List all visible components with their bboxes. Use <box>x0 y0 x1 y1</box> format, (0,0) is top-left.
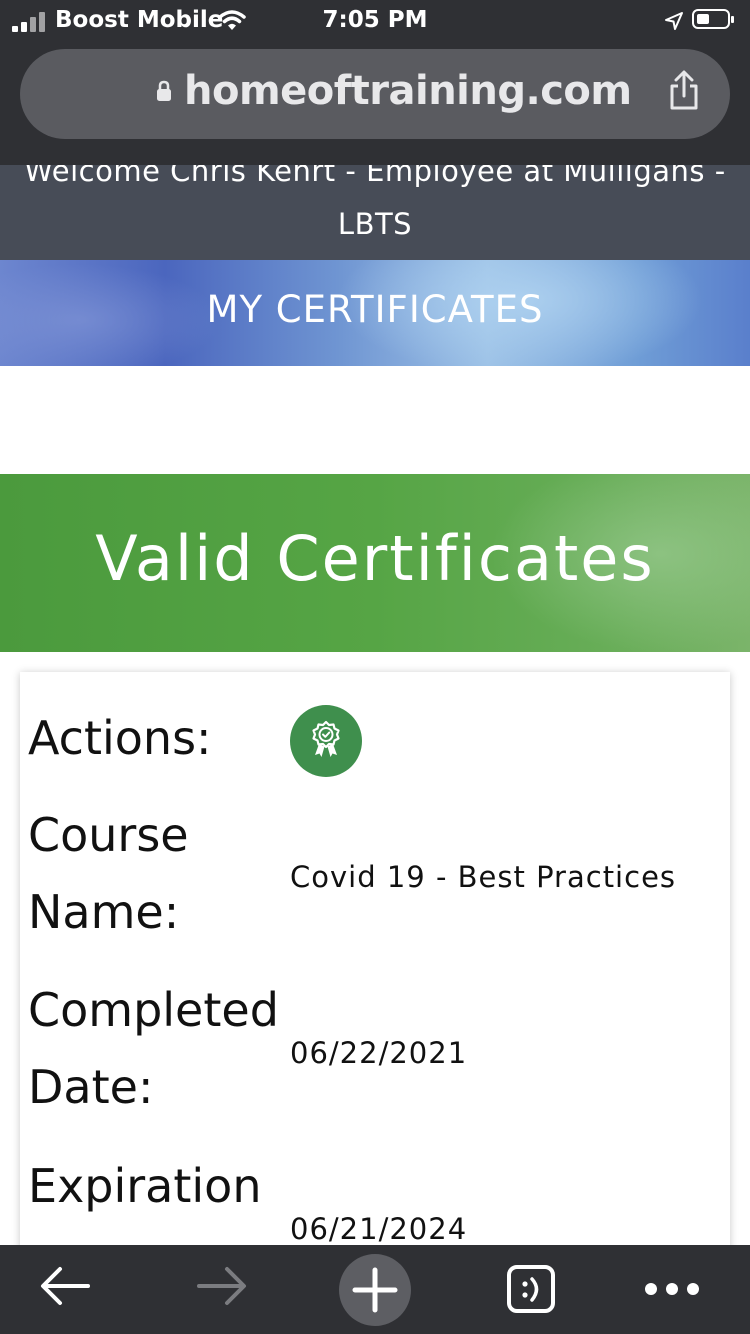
more-options-icon[interactable] <box>643 1280 701 1298</box>
lock-icon <box>157 80 171 101</box>
completed-date-value: 06/22/2021 <box>290 1036 468 1070</box>
welcome-header: Welcome Chris Kehrt - Employee at Mullig… <box>0 165 750 260</box>
view-certificate-button[interactable] <box>290 705 362 777</box>
section-title: Valid Certificates <box>95 522 655 595</box>
course-label-line-1: Course <box>28 808 189 862</box>
clock: 7:05 PM <box>322 7 428 33</box>
new-tab-button[interactable] <box>339 1254 411 1326</box>
share-icon[interactable] <box>666 70 702 112</box>
welcome-message: Welcome Chris Kehrt - Employee at Mullig… <box>0 165 750 251</box>
course-name-label: Course Name: <box>28 797 189 951</box>
actions-label: Actions: <box>28 711 212 765</box>
welcome-line-2: LBTS <box>337 207 413 241</box>
expiration-date-label: Expiration <box>28 1148 261 1225</box>
certificate-card: Actions: Course Name: Covid 19 - Best Pr… <box>20 672 730 1292</box>
browser-chrome: Boost Mobile 7:05 PM homeoftraining.com <box>0 0 750 165</box>
expiration-date-value: 06/21/2024 <box>290 1212 468 1246</box>
course-label-line-2: Name: <box>28 885 180 939</box>
course-name-value: Covid 19 - Best Practices <box>290 860 677 894</box>
battery-icon <box>692 9 734 29</box>
welcome-line-1: Welcome Chris Kehrt - Employee at Mullig… <box>24 165 726 188</box>
status-bar: Boost Mobile 7:05 PM <box>0 0 750 42</box>
completed-label-line-1: Completed <box>28 983 279 1037</box>
back-arrow-icon[interactable] <box>38 1265 92 1307</box>
completed-date-label: Completed Date: <box>28 972 279 1126</box>
expiration-label-line-1: Expiration <box>28 1159 262 1213</box>
page-url[interactable]: homeoftraining.com <box>184 68 632 114</box>
valid-certificates-banner: Valid Certificates <box>0 474 750 652</box>
forward-arrow-icon[interactable] <box>195 1265 249 1307</box>
plus-icon <box>352 1267 398 1313</box>
completed-label-line-2: Date: <box>28 1060 154 1114</box>
page-title: MY CERTIFICATES <box>206 288 544 331</box>
award-certificate-icon <box>312 720 340 757</box>
my-certificates-banner: MY CERTIFICATES <box>0 260 750 366</box>
tab-switcher-icon[interactable] <box>506 1264 556 1314</box>
browser-toolbar <box>0 1245 750 1334</box>
location-arrow-icon <box>665 12 683 30</box>
